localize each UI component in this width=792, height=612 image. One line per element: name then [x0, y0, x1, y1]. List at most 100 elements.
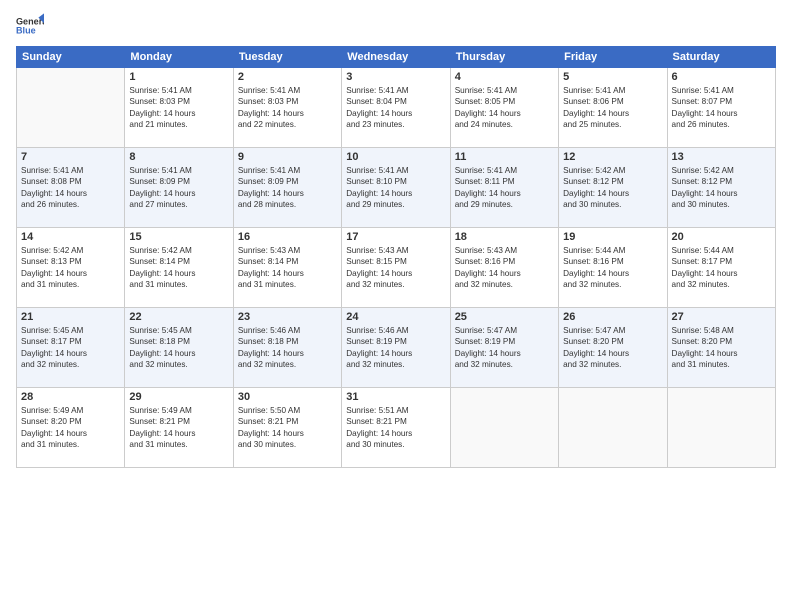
calendar-cell: 27Sunrise: 5:48 AM Sunset: 8:20 PM Dayli… [667, 308, 775, 388]
day-number: 2 [238, 71, 337, 83]
day-number: 1 [129, 71, 228, 83]
day-number: 19 [563, 231, 662, 243]
day-info: Sunrise: 5:42 AM Sunset: 8:14 PM Dayligh… [129, 245, 228, 291]
day-number: 16 [238, 231, 337, 243]
svg-text:Blue: Blue [16, 26, 36, 36]
day-number: 8 [129, 151, 228, 163]
calendar-cell: 20 Sunrise: 5:44 AM Sunset: 8:17 PM Dayli… [667, 228, 775, 308]
day-number: 12 [563, 151, 662, 163]
day-number: 14 [21, 231, 120, 243]
day-info: Sunrise: 5:41 AM Sunset: 8:11 PM Dayligh… [455, 165, 554, 211]
day-info: Sunrise: 5:47 AM Sunset: 8:19 PM Dayligh… [455, 325, 554, 371]
calendar-cell: 16 Sunrise: 5:43 AM Sunset: 8:14 PM Dayli… [233, 228, 341, 308]
day-info: Sunrise: 5:46 AM Sunset: 8:18 PM Dayligh… [238, 325, 337, 371]
day-info: Sunrise: 5:48 AM Sunset: 8:20 PM Dayligh… [672, 325, 771, 371]
day-info: Sunrise: 5:49 AM Sunset: 8:20 PM Dayligh… [21, 405, 120, 451]
calendar-cell: 2 Sunrise: 5:41 AM Sunset: 8:03 PM Daylig… [233, 68, 341, 148]
calendar-cell: 22Sunrise: 5:45 AM Sunset: 8:18 PM Dayli… [125, 308, 233, 388]
day-info: Sunrise: 5:42 AM Sunset: 8:13 PM Dayligh… [21, 245, 120, 291]
logo: General Blue [16, 12, 48, 40]
calendar-cell: 24 Sunrise: 5:46 AM Sunset: 8:19 PM Dayli… [342, 308, 450, 388]
day-number: 7 [21, 151, 120, 163]
day-info: Sunrise: 5:41 AM Sunset: 8:08 PM Dayligh… [21, 165, 120, 211]
day-number: 5 [563, 71, 662, 83]
calendar-table: SundayMondayTuesdayWednesdayThursdayFrid… [16, 46, 776, 468]
day-info: Sunrise: 5:43 AM Sunset: 8:14 PM Dayligh… [238, 245, 337, 291]
calendar-cell: 10 Sunrise: 5:41 AM Sunset: 8:10 PM Dayli… [342, 148, 450, 228]
weekday-header-wednesday: Wednesday [342, 47, 450, 68]
day-info: Sunrise: 5:41 AM Sunset: 8:06 PM Dayligh… [563, 85, 662, 131]
week-row-5: 28 Sunrise: 5:49 AM Sunset: 8:20 PM Dayli… [17, 388, 776, 468]
day-number: 29 [129, 391, 228, 403]
day-info: Sunrise: 5:45 AM Sunset: 8:18 PM Dayligh… [129, 325, 228, 371]
day-info: Sunrise: 5:45 AM Sunset: 8:17 PM Dayligh… [21, 325, 120, 371]
calendar-cell: 1Sunrise: 5:41 AM Sunset: 8:03 PM Daylig… [125, 68, 233, 148]
calendar-cell: 19 Sunrise: 5:44 AM Sunset: 8:16 PM Dayli… [559, 228, 667, 308]
day-number: 28 [21, 391, 120, 403]
week-row-4: 21 Sunrise: 5:45 AM Sunset: 8:17 PM Dayli… [17, 308, 776, 388]
calendar-cell: 23 Sunrise: 5:46 AM Sunset: 8:18 PM Dayli… [233, 308, 341, 388]
calendar-cell [450, 388, 558, 468]
calendar-cell: 26 Sunrise: 5:47 AM Sunset: 8:20 PM Dayli… [559, 308, 667, 388]
calendar-cell: 11 Sunrise: 5:41 AM Sunset: 8:11 PM Dayli… [450, 148, 558, 228]
calendar-cell: 15 Sunrise: 5:42 AM Sunset: 8:14 PM Dayli… [125, 228, 233, 308]
day-info: Sunrise: 5:50 AM Sunset: 8:21 PM Dayligh… [238, 405, 337, 451]
day-info: Sunrise: 5:46 AM Sunset: 8:19 PM Dayligh… [346, 325, 445, 371]
calendar-cell [667, 388, 775, 468]
calendar-cell: 6 Sunrise: 5:41 AM Sunset: 8:07 PM Daylig… [667, 68, 775, 148]
calendar-body: 1 Sunrise: 5:41 AM Sunset: 8:03 PM Daylig… [17, 68, 776, 468]
calendar-cell: 25 Sunrise: 5:47 AM Sunset: 8:19 PM Dayli… [450, 308, 558, 388]
calendar-cell: 29 Sunrise: 5:49 AM Sunset: 8:21 PM Dayli… [125, 388, 233, 468]
day-info: Sunrise: 5:44 AM Sunset: 8:17 PM Dayligh… [672, 245, 771, 291]
calendar-cell: 12 Sunrise: 5:42 AM Sunset: 8:12 PM Dayli… [559, 148, 667, 228]
calendar-cell: 18Sunrise: 5:43 AM Sunset: 8:16 PM Dayli… [450, 228, 558, 308]
day-number: 26 [563, 311, 662, 323]
weekday-header-monday: Monday [125, 47, 233, 68]
day-info: Sunrise: 5:49 AM Sunset: 8:21 PM Dayligh… [129, 405, 228, 451]
weekday-header-saturday: Saturday [667, 47, 775, 68]
day-number: 24 [346, 311, 445, 323]
day-info: Sunrise: 5:41 AM Sunset: 8:10 PM Dayligh… [346, 165, 445, 211]
weekday-header-friday: Friday [559, 47, 667, 68]
day-info: Sunrise: 5:41 AM Sunset: 8:09 PM Dayligh… [129, 165, 228, 211]
day-info: Sunrise: 5:44 AM Sunset: 8:16 PM Dayligh… [563, 245, 662, 291]
calendar-cell: 31Sunrise: 5:51 AM Sunset: 8:21 PM Dayli… [342, 388, 450, 468]
day-info: Sunrise: 5:41 AM Sunset: 8:05 PM Dayligh… [455, 85, 554, 131]
calendar-cell: 14 Sunrise: 5:42 AM Sunset: 8:13 PM Dayli… [17, 228, 125, 308]
day-number: 17 [346, 231, 445, 243]
day-number: 10 [346, 151, 445, 163]
day-number: 11 [455, 151, 554, 163]
day-number: 30 [238, 391, 337, 403]
day-number: 15 [129, 231, 228, 243]
calendar-cell: 17 Sunrise: 5:43 AM Sunset: 8:15 PM Dayli… [342, 228, 450, 308]
day-info: Sunrise: 5:43 AM Sunset: 8:15 PM Dayligh… [346, 245, 445, 291]
weekday-header-row: SundayMondayTuesdayWednesdayThursdayFrid… [17, 47, 776, 68]
day-number: 4 [455, 71, 554, 83]
calendar-cell: 7 Sunrise: 5:41 AM Sunset: 8:08 PM Daylig… [17, 148, 125, 228]
weekday-header-tuesday: Tuesday [233, 47, 341, 68]
day-info: Sunrise: 5:41 AM Sunset: 8:07 PM Dayligh… [672, 85, 771, 131]
day-info: Sunrise: 5:42 AM Sunset: 8:12 PM Dayligh… [563, 165, 662, 211]
calendar-cell: 30 Sunrise: 5:50 AM Sunset: 8:21 PM Dayli… [233, 388, 341, 468]
calendar-cell: 8 Sunrise: 5:41 AM Sunset: 8:09 PM Daylig… [125, 148, 233, 228]
day-number: 23 [238, 311, 337, 323]
day-number: 25 [455, 311, 554, 323]
calendar-cell: 13Sunrise: 5:42 AM Sunset: 8:12 PM Dayli… [667, 148, 775, 228]
weekday-header-thursday: Thursday [450, 47, 558, 68]
day-info: Sunrise: 5:41 AM Sunset: 8:09 PM Dayligh… [238, 165, 337, 211]
logo-icon: General Blue [16, 12, 44, 40]
calendar-header: SundayMondayTuesdayWednesdayThursdayFrid… [17, 47, 776, 68]
calendar-cell [559, 388, 667, 468]
calendar-cell: 28 Sunrise: 5:49 AM Sunset: 8:20 PM Dayli… [17, 388, 125, 468]
calendar-cell: 5 Sunrise: 5:41 AM Sunset: 8:06 PM Daylig… [559, 68, 667, 148]
day-number: 6 [672, 71, 771, 83]
calendar-cell [17, 68, 125, 148]
day-number: 20 [672, 231, 771, 243]
day-number: 18 [455, 231, 554, 243]
day-number: 13 [672, 151, 771, 163]
week-row-3: 14 Sunrise: 5:42 AM Sunset: 8:13 PM Dayli… [17, 228, 776, 308]
day-info: Sunrise: 5:41 AM Sunset: 8:03 PM Dayligh… [238, 85, 337, 131]
week-row-2: 7 Sunrise: 5:41 AM Sunset: 8:08 PM Daylig… [17, 148, 776, 228]
day-number: 21 [21, 311, 120, 323]
day-info: Sunrise: 5:47 AM Sunset: 8:20 PM Dayligh… [563, 325, 662, 371]
